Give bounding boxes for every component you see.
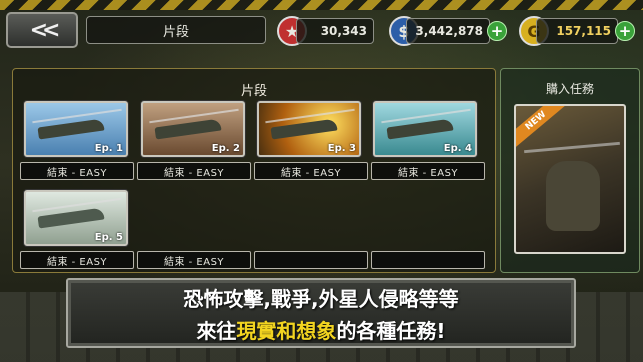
helicopter-graphic (386, 118, 454, 140)
helicopter-graphic (37, 118, 105, 140)
helicopter-graphic (546, 161, 600, 231)
episode-2-difficulty: 結束 - EASY (137, 162, 251, 180)
caption-line-1: 恐怖攻擊,戰爭,外星人侵略等等 (183, 286, 459, 311)
episode-4-difficulty: 結束 - EASY (371, 162, 485, 180)
caption-line-2: 來往現實和想象的各種任務! (196, 315, 445, 344)
money-counter: 3,442,878 (406, 18, 490, 44)
episode-5-card[interactable]: Ep. 5 (24, 190, 128, 246)
page-title-text: 片段 (162, 24, 189, 40)
caption-line-2-pre: 來往 (196, 318, 237, 343)
add-money-button[interactable]: + (487, 21, 507, 41)
episode-4-card[interactable]: Ep. 4 (373, 101, 477, 157)
rotor-graphic (524, 141, 620, 154)
episode-5-label: Ep. 5 (94, 232, 123, 243)
new-badge: NEW (516, 106, 572, 153)
back-button[interactable]: << (6, 12, 78, 48)
episode-2-label: Ep. 2 (211, 143, 240, 154)
page-title: 片段 (86, 16, 266, 44)
gold-value: 157,115 (556, 24, 611, 38)
episode-5-difficulty: 結束 - EASY (20, 251, 134, 269)
stars-counter: 30,343 (296, 18, 374, 44)
promo-caption: 恐怖攻擊,戰爭,外星人侵略等等 來往現實和想象的各種任務! (66, 278, 576, 348)
plus-icon: + (618, 21, 632, 40)
episode-1-label: Ep. 1 (94, 143, 123, 154)
back-chevrons-icon: << (29, 17, 61, 43)
purchase-mission-card[interactable]: NEW (514, 104, 626, 254)
episode-1-card[interactable]: Ep. 1 (24, 101, 128, 157)
caption-line-2-post: 的各種任務! (336, 318, 446, 343)
episode-3-difficulty: 結束 - EASY (254, 162, 368, 180)
empty-slot (371, 251, 485, 269)
extra-difficulty: 結束 - EASY (137, 251, 251, 269)
episode-2-card[interactable]: Ep. 2 (141, 101, 245, 157)
gold-counter: 157,115 (536, 18, 618, 44)
episode-3-label: Ep. 3 (327, 143, 356, 154)
purchase-missions-title: 購入任務 (545, 82, 594, 96)
money-value: 3,442,878 (415, 24, 483, 38)
empty-slot (254, 251, 368, 269)
episode-1-difficulty: 結束 - EASY (20, 162, 134, 180)
stars-value: 30,343 (320, 24, 367, 38)
episode-4-label: Ep. 4 (443, 143, 472, 154)
add-gold-button[interactable]: + (615, 21, 635, 41)
aircraft-graphic (37, 207, 105, 229)
helicopter-graphic (270, 118, 338, 140)
caption-highlight: 現實和想象 (236, 318, 337, 343)
episodes-panel-title: 片段 (240, 84, 267, 99)
helicopter-graphic (154, 118, 222, 140)
plus-icon: + (490, 21, 504, 40)
episode-3-card[interactable]: Ep. 3 (257, 101, 361, 157)
